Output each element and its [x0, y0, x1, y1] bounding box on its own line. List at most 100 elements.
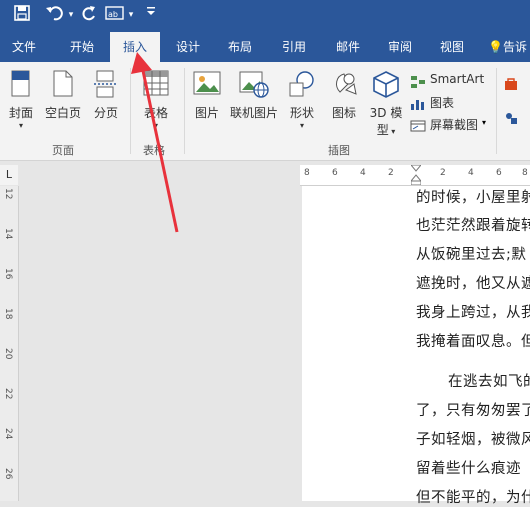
blank-page-label: 空白页 — [44, 106, 81, 120]
form-dropdown-icon[interactable]: ▾ — [126, 5, 136, 25]
chart-label: 图表 — [430, 96, 455, 110]
indent-marker-icon[interactable] — [409, 164, 423, 186]
table-icon — [143, 70, 169, 98]
picture-label: 图片 — [194, 106, 219, 120]
shapes-dropdown-icon: ▾ — [299, 121, 304, 130]
document-text-line: 我掩着面叹息。但 — [416, 334, 530, 350]
title-bar: ▾ ab ▾ — [0, 0, 530, 32]
store-icon[interactable] — [504, 76, 518, 90]
document-text-line: 遮挽时，他又从遮 — [416, 276, 530, 292]
smartart-icon — [410, 74, 426, 93]
blank-page-button[interactable]: 空白页 — [42, 70, 84, 121]
tell-me-search[interactable]: 💡告诉 — [488, 32, 530, 62]
lightbulb-icon: 💡 — [488, 40, 503, 54]
online-pictures-button[interactable]: 联机图片 — [228, 70, 280, 121]
tab-mailings[interactable]: 邮件 — [326, 32, 370, 62]
form-field-icon[interactable]: ab — [104, 5, 126, 25]
ribbon-tabs: 文件 开始 插入 设计 布局 引用 邮件 审阅 视图 💡告诉 — [0, 32, 530, 62]
ruler-tick: 22 — [3, 388, 13, 400]
tell-me-label: 告诉 — [502, 40, 527, 54]
document-text-line: 从饭碗里过去;默 — [416, 247, 527, 263]
3d-cube-icon — [372, 70, 400, 98]
picture-button[interactable]: 图片 — [190, 70, 224, 121]
cover-page-label: 封面 — [8, 106, 33, 120]
group-tables-label: 表格 — [143, 144, 165, 157]
online-pictures-icon — [239, 70, 269, 98]
tab-references[interactable]: 引用 — [272, 32, 316, 62]
customize-qat-icon[interactable] — [144, 5, 158, 25]
screenshot-icon — [410, 118, 426, 137]
group-divider — [130, 68, 131, 154]
ribbon-insert: 封面 ▾ 空白页 分页 页面 表格 ▾ 表格 图片 联机图片 形状 ▾ 图标 3… — [0, 62, 530, 161]
smartart-label: SmartArt — [430, 72, 485, 86]
document-text-line: 了，只有匆匆罢了 — [416, 403, 530, 419]
document-text-line: 的时候，小屋里射 — [416, 190, 530, 206]
3d-models-button[interactable]: 3D 模 型 ▾ — [366, 70, 406, 138]
ruler-tick: 4 — [468, 168, 474, 178]
ruler-tick: 20 — [3, 348, 13, 360]
shapes-icon — [288, 70, 316, 98]
screenshot-dropdown-icon: ▾ — [482, 118, 487, 127]
ruler-tick: 18 — [3, 308, 13, 320]
table-label: 表格 — [143, 106, 168, 120]
chart-button[interactable]: 图表 — [410, 94, 470, 112]
tab-insert[interactable]: 插入 — [110, 32, 160, 62]
my-addins-icon[interactable] — [504, 110, 518, 124]
table-dropdown-icon: ▾ — [153, 121, 158, 130]
blank-page-icon — [52, 70, 74, 98]
document-text-line: 但不能平的，为什 — [416, 490, 530, 506]
tab-home[interactable]: 开始 — [58, 32, 106, 62]
tab-file[interactable]: 文件 — [2, 32, 46, 62]
ruler-toggle-icon[interactable]: L — [0, 165, 18, 185]
save-icon[interactable] — [12, 5, 32, 25]
3d-models-label-2: 型 ▾ — [376, 123, 396, 137]
ruler-tick: 24 — [3, 428, 13, 440]
undo-icon[interactable] — [44, 5, 66, 25]
document-text-line: 我身上跨过，从我 — [416, 305, 530, 321]
group-divider — [184, 68, 185, 154]
shapes-label: 形状 — [289, 106, 314, 120]
chart-icon — [410, 96, 426, 115]
screenshot-button[interactable]: 屏幕截图 ▾ — [410, 116, 494, 134]
ruler-tick: 6 — [496, 168, 502, 178]
group-pages-label: 页面 — [52, 144, 74, 157]
horizontal-ruler[interactable]: 8 6 4 2 2 4 6 8 — [300, 164, 530, 186]
ruler-tick: 8 — [522, 168, 528, 178]
cover-page-button[interactable]: 封面 ▾ — [4, 70, 38, 131]
ruler-tick: 12 — [3, 188, 13, 200]
group-illustrations-label: 插图 — [328, 144, 350, 157]
icons-button[interactable]: 图标 — [326, 70, 362, 121]
repeat-icon[interactable] — [80, 5, 98, 25]
shapes-button[interactable]: 形状 ▾ — [284, 70, 320, 131]
icons-label: 图标 — [331, 106, 356, 120]
ruler-tick: 6 — [332, 168, 338, 178]
page-break-label: 分页 — [93, 106, 118, 120]
smartart-button[interactable]: SmartArt — [410, 72, 490, 90]
document-text-line: 留着些什么痕迹 — [416, 461, 521, 477]
page-break-icon — [93, 70, 119, 98]
screenshot-label: 屏幕截图 — [430, 118, 479, 132]
cover-dropdown-icon: ▾ — [18, 121, 23, 130]
document-text-line: 子如轻烟，被微风 — [416, 432, 530, 448]
tab-design[interactable]: 设计 — [166, 32, 210, 62]
online-pictures-label: 联机图片 — [229, 106, 278, 120]
ruler-tick: 2 — [388, 168, 394, 178]
icons-icon — [330, 70, 358, 98]
undo-dropdown-icon[interactable]: ▾ — [66, 5, 76, 25]
tab-review[interactable]: 审阅 — [378, 32, 422, 62]
document-text-line: 在逃去如飞的 — [448, 374, 530, 390]
group-divider — [496, 68, 497, 154]
table-button[interactable]: 表格 ▾ — [136, 70, 176, 131]
ruler-tick: 26 — [3, 468, 13, 480]
tab-layout[interactable]: 布局 — [218, 32, 262, 62]
vertical-ruler[interactable]: 12 14 16 18 20 22 24 26 — [0, 186, 19, 501]
3d-dropdown-icon: ▾ — [388, 127, 396, 136]
ruler-tick: 8 — [304, 168, 310, 178]
tab-view[interactable]: 视图 — [430, 32, 474, 62]
ruler-tick: 16 — [3, 268, 13, 280]
page-break-button[interactable]: 分页 — [88, 70, 124, 121]
ruler-tick: 2 — [440, 168, 446, 178]
picture-icon — [193, 70, 221, 98]
svg-text:ab: ab — [108, 10, 118, 19]
3d-models-label: 3D 模 — [369, 106, 403, 120]
